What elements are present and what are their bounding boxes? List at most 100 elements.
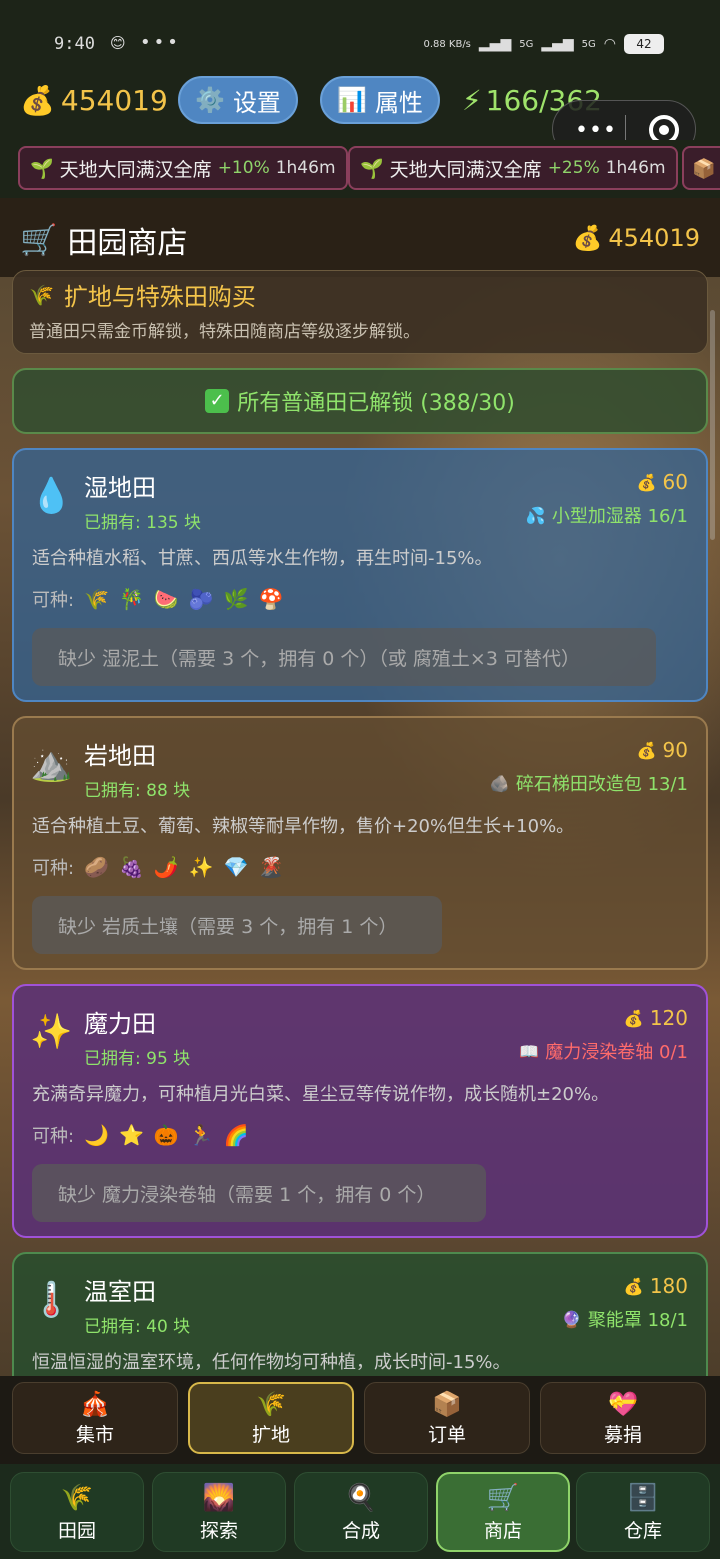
field-name: 温室田 (84, 1278, 156, 1306)
signal2-icon: ▂▄▆ (541, 36, 574, 52)
herb-icon: 🌿 (223, 587, 249, 611)
attributes-label: 属性 (374, 88, 423, 117)
nav-shop[interactable]: 🛒 商店 (436, 1472, 570, 1552)
potato-icon: 🥔 (84, 855, 109, 879)
field-card-wetland[interactable]: 💧 湿地田 已拥有: 135 块 💰 60 💦 小型加湿器 16/1 适合种植水… (12, 448, 708, 702)
grape-icon: 🍇 (118, 855, 144, 879)
field-card-rocky[interactable]: ⛰️ 岩地田 已拥有: 88 块 💰 90 🪨 碎石梯田改造包 13/1 适合种… (12, 716, 708, 970)
nav-explore[interactable]: 🌄 探索 (152, 1472, 286, 1552)
missing-materials-button[interactable]: 缺少 岩质土壤（需要 3 个，拥有 1 个） (32, 896, 442, 954)
rice-icon: 🌾 (84, 587, 109, 611)
coin-amount: 454019 (60, 84, 168, 117)
mushroom-icon: 🍄 (258, 587, 284, 611)
money-bag-icon: 💰 (572, 224, 603, 252)
heart-gift-icon: 💝 (608, 1389, 638, 1418)
money-bag-icon: 💰 (20, 84, 55, 117)
rainbow-icon: 🌈 (223, 1123, 249, 1147)
field-owned: 已拥有: 88 块 (84, 781, 191, 801)
frying-pan-icon: 🍳 (344, 1482, 378, 1513)
moon-icon: 🌙 (84, 1123, 109, 1147)
buff-chip[interactable]: 🌱 天地大同满汉全席 +25% 1h46m (348, 146, 678, 190)
tent-icon: 🎪 (80, 1389, 110, 1418)
shop-header: 🛒 田园商店 💰 454019 (0, 198, 720, 278)
buff-chip[interactable]: 📦 (682, 146, 720, 190)
field-owned: 已拥有: 40 块 (84, 1317, 191, 1337)
requirement-text: 魔力浸染卷轴 0/1 (545, 1042, 688, 1063)
field-card-magic[interactable]: ✨ 魔力田 已拥有: 95 块 💰 120 📖 魔力浸染卷轴 0/1 充满奇异魔… (12, 984, 708, 1238)
plantable-label: 可种: (32, 590, 75, 611)
notification-emoji-icon: 😊 (110, 34, 126, 52)
shop-sub-nav: 🎪 集市 🌾 扩地 📦 订单 💝 募捐 (0, 1376, 720, 1464)
cart-icon: 🛒 (20, 222, 58, 258)
buff-chip[interactable]: 🌱 天地大同满汉全席 +10% 1h46m (18, 146, 348, 190)
star-icon: ⭐ (118, 1123, 144, 1147)
plantable-label: 可种: (32, 1126, 75, 1147)
net-speed: 0.88 KB/s (423, 38, 471, 50)
nav-craft[interactable]: 🍳 合成 (294, 1472, 428, 1552)
money-bag-icon: 💰 (623, 1008, 644, 1028)
field-requirement: 📖 魔力浸染卷轴 0/1 (519, 1038, 688, 1064)
gravel-icon: 🪨 (489, 773, 510, 793)
shop-coin-amount: 454019 (608, 224, 700, 252)
field-name: 湿地田 (84, 474, 156, 502)
requirement-text: 聚能罩 18/1 (587, 1310, 688, 1331)
attributes-button[interactable]: 📊 属性 (320, 76, 440, 124)
field-name: 岩地田 (84, 742, 156, 770)
chart-icon: 📊 (337, 86, 367, 114)
chili-icon: 🌶️ (153, 855, 179, 879)
subnav-orders[interactable]: 📦 订单 (364, 1382, 530, 1454)
nav-warehouse[interactable]: 🗄️ 仓库 (576, 1472, 710, 1552)
wheat-icon: 🌾 (60, 1482, 94, 1513)
field-owned: 已拥有: 95 块 (84, 1049, 191, 1069)
plantable-list: 可种: 🥔 🍇 🌶️ ✨ 💎 🌋 (32, 854, 284, 880)
price-value: 180 (649, 1274, 688, 1298)
subnav-expand[interactable]: 🌾 扩地 (188, 1382, 354, 1454)
field-requirement: 🔮 聚能罩 18/1 (562, 1306, 688, 1332)
requirement-text: 碎石梯田改造包 13/1 (515, 774, 688, 795)
subnav-label: 募捐 (603, 1423, 642, 1446)
subnav-donate[interactable]: 💝 募捐 (540, 1382, 706, 1454)
status-time: 9:40 (54, 34, 95, 54)
scrollbar[interactable] (710, 310, 715, 540)
sparkles-icon: ✨ (30, 1012, 73, 1052)
wheat-icon: 🌾 (256, 1389, 286, 1418)
all-unlocked-banner: ✓ 所有普通田已解锁 (388/30) (12, 368, 708, 434)
buff-duration: 1h46m (275, 158, 336, 178)
money-bag-icon: 💰 (636, 472, 657, 492)
missing-materials-button[interactable]: 缺少 湿泥土（需要 3 个，拥有 0 个）（或 腐殖土×3 可替代） (32, 628, 656, 686)
price-value: 90 (662, 738, 688, 762)
shop-title-text: 田园商店 (67, 226, 188, 261)
status-more-dots: ••• (140, 32, 181, 53)
subnav-label: 订单 (427, 1423, 466, 1446)
plantable-label: 可种: (32, 858, 75, 879)
nav-farm[interactable]: 🌾 田园 (10, 1472, 144, 1552)
settings-button[interactable]: ⚙️ 设置 (178, 76, 298, 124)
buff-name: 天地大同满汉全席 (389, 158, 542, 181)
buff-row: 🌱 天地大同满汉全席 +10% 1h46m 🌱 天地大同满汉全席 +25% 1h… (0, 140, 720, 198)
wifi-icon: ◠ (603, 36, 616, 52)
sprout-icon: 🌱 (360, 157, 384, 180)
signal-label: 5G (519, 38, 534, 50)
buff-percent: +25% (547, 158, 600, 178)
field-description: 适合种植土豆、葡萄、辣椒等耐旱作物，售价+20%但生长+10%。 (32, 816, 575, 837)
requirement-text: 小型加湿器 16/1 (551, 506, 688, 527)
subnav-market[interactable]: 🎪 集市 (12, 1382, 178, 1454)
subnav-label: 集市 (75, 1423, 114, 1446)
battery-icon: 42 (624, 34, 664, 54)
plantable-list: 可种: 🌙 ⭐ 🎃 🏃 🌈 (32, 1122, 249, 1148)
price-value: 120 (649, 1006, 688, 1030)
humidifier-icon: 💦 (525, 505, 546, 525)
package-icon: 📦 (692, 157, 716, 180)
cart-icon: 🛒 (486, 1482, 520, 1513)
missing-materials-button[interactable]: 缺少 魔力浸染卷轴（需要 1 个，拥有 0 个） (32, 1164, 486, 1222)
lightning-icon: ⚡ (462, 84, 482, 117)
nav-label: 商店 (483, 1519, 522, 1542)
status-bar: 9:40 😊 ••• 0.88 KB/s ▂▄▆ 5G ▂▄▆ 5G ◠ 42 (0, 0, 720, 70)
nav-label: 合成 (341, 1519, 380, 1542)
money-bag-icon: 💰 (636, 740, 657, 760)
nav-label: 仓库 (623, 1519, 662, 1542)
runner-icon: 🏃 (188, 1123, 214, 1147)
droplet-icon: 💧 (30, 476, 73, 516)
field-card-greenhouse[interactable]: 🌡️ 温室田 已拥有: 40 块 💰 180 🔮 聚能罩 18/1 恒温恒湿的温… (12, 1252, 708, 1392)
field-owned: 已拥有: 135 块 (84, 513, 201, 533)
